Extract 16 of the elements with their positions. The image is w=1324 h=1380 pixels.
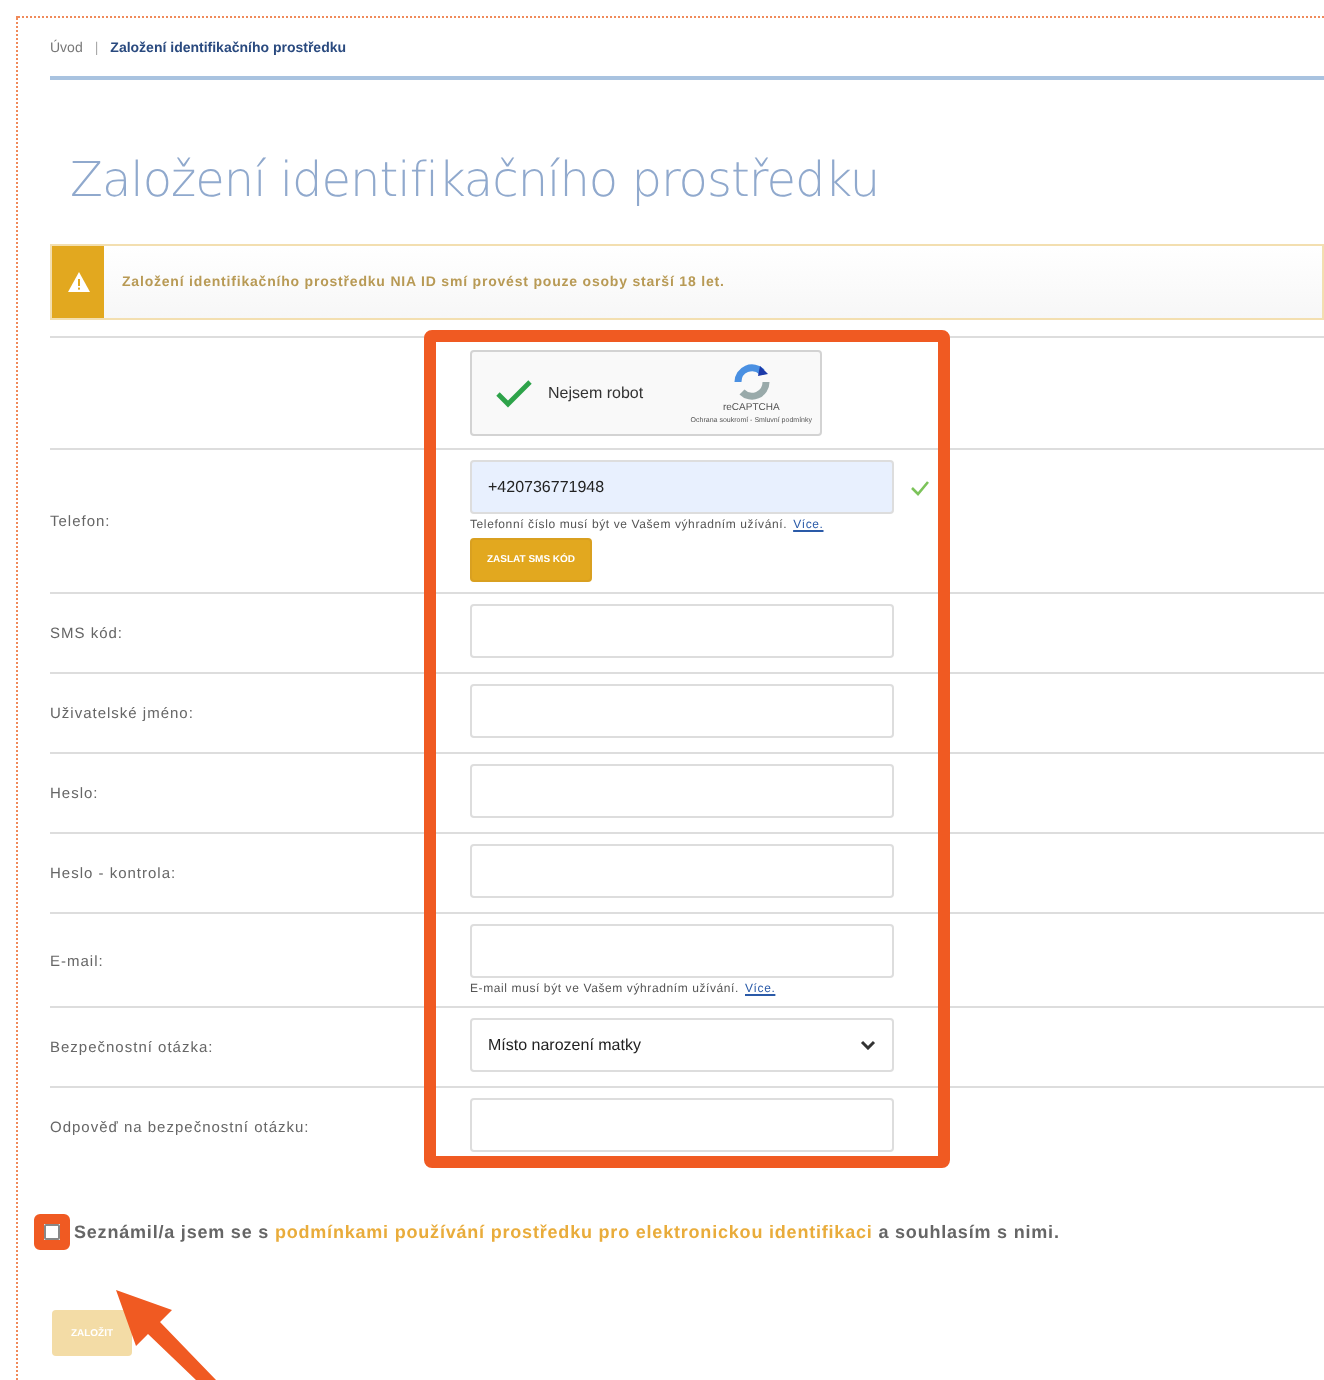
consent-text: Seznámil/a jsem se s podmínkami používání prostředku pro elektronickou identifikaci a souhlasím s nimi. <box>74 1222 1060 1242</box>
input-field[interactable] <box>470 1098 894 1152</box>
checkbox[interactable] <box>44 1224 60 1240</box>
input-field[interactable] <box>470 684 894 738</box>
warning-icon <box>67 272 89 292</box>
input-field[interactable]: +420736771948 <box>470 460 894 514</box>
input-field[interactable] <box>470 764 894 818</box>
chevron-down-icon <box>860 1040 876 1050</box>
input-field[interactable] <box>470 924 894 978</box>
input-field[interactable] <box>470 844 894 898</box>
pointer-arrow-drawing <box>116 1290 216 1380</box>
select-field[interactable]: Místo narození matky <box>470 1018 894 1072</box>
page-title: Založení identifikačního prostředku <box>70 152 882 208</box>
input-field[interactable] <box>470 604 894 658</box>
recaptcha-logo-icon <box>731 363 772 399</box>
captcha-label: Nejsem robot <box>548 384 646 402</box>
